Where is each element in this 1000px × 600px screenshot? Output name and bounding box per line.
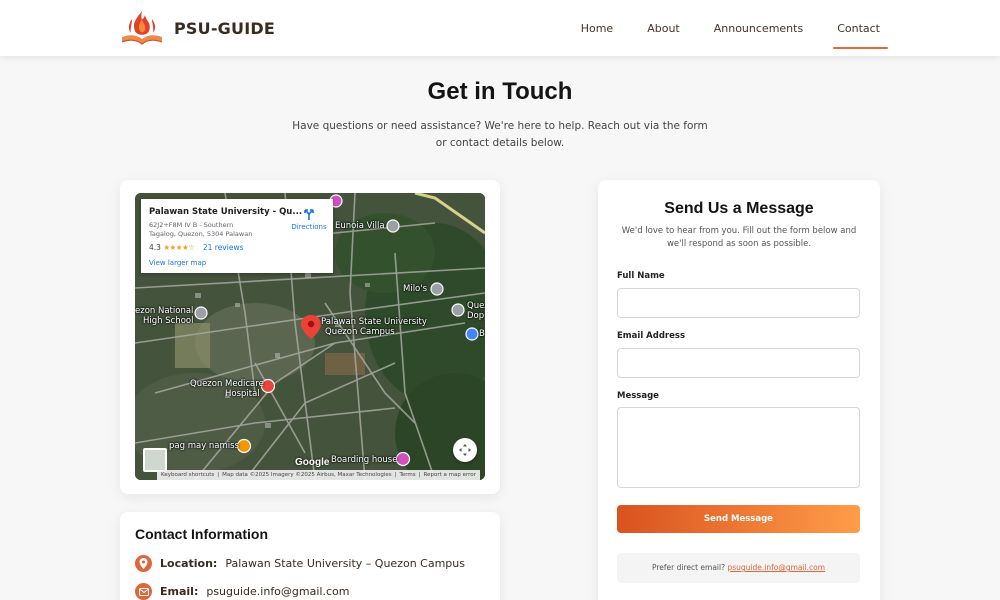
- site-header: PSU-GUIDE Home About Announcements Conta…: [0, 0, 1000, 56]
- rating-value: 4.3: [149, 243, 161, 252]
- map-fullscreen-button[interactable]: [453, 438, 477, 462]
- map-label-pag-may: pag may namiss: [169, 441, 240, 451]
- location-value: Palawan State University – Quezon Campus: [225, 557, 465, 570]
- keyboard-shortcuts-link[interactable]: Keyboard shortcuts: [161, 472, 214, 478]
- email-value[interactable]: psuguide.info@gmail.com: [206, 585, 349, 598]
- flame-book-icon: [121, 11, 163, 45]
- embedded-map[interactable]: Eunoia Villa Milo's ezon National High S…: [135, 193, 485, 480]
- form-title: Send Us a Message: [664, 200, 814, 217]
- page-subtitle: Have questions or need assistance? We're…: [292, 120, 708, 149]
- main-nav: Home About Announcements Contact: [579, 0, 888, 56]
- map-label-milos: Milo's: [403, 284, 428, 294]
- map-label-medicare-line2: Hospital: [225, 389, 260, 399]
- map-place-popup: Palawan State University - Qu... 62J2+F8…: [141, 199, 333, 273]
- map-label-right-q: Quez: [467, 301, 485, 311]
- popup-rating: 4.3 ★★★★☆ 21 reviews: [149, 243, 243, 252]
- map-label-right-dop: Dopp: [467, 311, 485, 321]
- contact-info-card: Contact Information Location: Palawan St…: [120, 512, 500, 600]
- directions-label: Directions: [291, 223, 327, 231]
- envelope-icon: [135, 583, 152, 600]
- popup-place-title: Palawan State University - Qu...: [149, 207, 303, 217]
- brand-logo[interactable]: PSU-GUIDE: [118, 8, 275, 48]
- rating-stars-icon: ★★★★☆: [163, 243, 195, 252]
- google-logo: Google: [295, 457, 330, 468]
- view-larger-map-link[interactable]: View larger map: [149, 259, 206, 267]
- map-layer-toggle[interactable]: [143, 448, 167, 472]
- map-label-quezon-national: ezon National: [135, 306, 194, 316]
- directions-button[interactable]: Directions: [289, 207, 329, 231]
- map-attribution: Keyboard shortcuts | Map data ©2025 Imag…: [157, 470, 480, 480]
- brand-name: PSU-GUIDE: [174, 18, 275, 38]
- map-label-psu-line1: Palawan State University: [321, 317, 427, 327]
- popup-address: 62J2+F8M IV B - Southern Tagalog, Quezon…: [149, 221, 253, 238]
- direct-email-box: Prefer direct email? psuguide.info@gmail…: [617, 553, 860, 583]
- map-label-medicare-line1: Quezon Medicare: [190, 379, 264, 389]
- attribution-divider: |: [418, 472, 421, 478]
- reviews-link[interactable]: 21 reviews: [203, 243, 244, 252]
- full-name-input[interactable]: [617, 288, 860, 318]
- email-address-input[interactable]: [617, 348, 860, 378]
- map-label-eunoia: Eunoia Villa: [335, 221, 385, 231]
- terms-link[interactable]: Terms: [399, 472, 415, 478]
- message-label: Message: [617, 391, 659, 401]
- map-data-text: Map data ©2025 Imagery ©2025 Airbus, Max…: [222, 472, 392, 478]
- map-label-boarding: Boarding house: [331, 455, 398, 465]
- message-form-card: Send Us a Message We'd love to hear from…: [598, 180, 880, 600]
- page-title: Get in Touch: [427, 78, 573, 105]
- map-card: Eunoia Villa Milo's ezon National High S…: [120, 180, 500, 494]
- direct-email-link[interactable]: psuguide.info@gmail.com: [727, 563, 825, 572]
- attribution-divider: |: [217, 472, 220, 478]
- map-label-high-school: High School: [143, 316, 194, 326]
- attribution-divider: |: [394, 472, 397, 478]
- report-error-link[interactable]: Report a map error: [424, 472, 476, 478]
- contact-email-row: Email: psuguide.info@gmail.com: [135, 583, 349, 600]
- form-subtitle: We'd love to hear from you. Fill out the…: [621, 226, 857, 249]
- send-message-button[interactable]: Send Message: [617, 505, 860, 533]
- nav-home[interactable]: Home: [579, 16, 615, 41]
- map-label-psu-line2: Quezon Campus: [325, 327, 395, 337]
- full-name-label: Full Name: [617, 271, 665, 281]
- nav-contact[interactable]: Contact: [833, 16, 888, 49]
- contact-location-row: Location: Palawan State University – Que…: [135, 555, 465, 572]
- location-label: Location:: [160, 557, 218, 570]
- location-pin-icon: [135, 555, 152, 572]
- message-textarea[interactable]: [617, 407, 860, 488]
- email-label: Email:: [160, 585, 199, 598]
- nav-about[interactable]: About: [645, 16, 682, 41]
- direct-email-prompt: Prefer direct email?: [651, 563, 726, 572]
- contact-info-title: Contact Information: [135, 526, 268, 542]
- map-label-right-b: B: [479, 329, 485, 339]
- email-address-label: Email Address: [617, 331, 686, 341]
- nav-announcements[interactable]: Announcements: [712, 16, 805, 41]
- fullscreen-icon: [459, 444, 471, 456]
- directions-icon: [304, 209, 314, 220]
